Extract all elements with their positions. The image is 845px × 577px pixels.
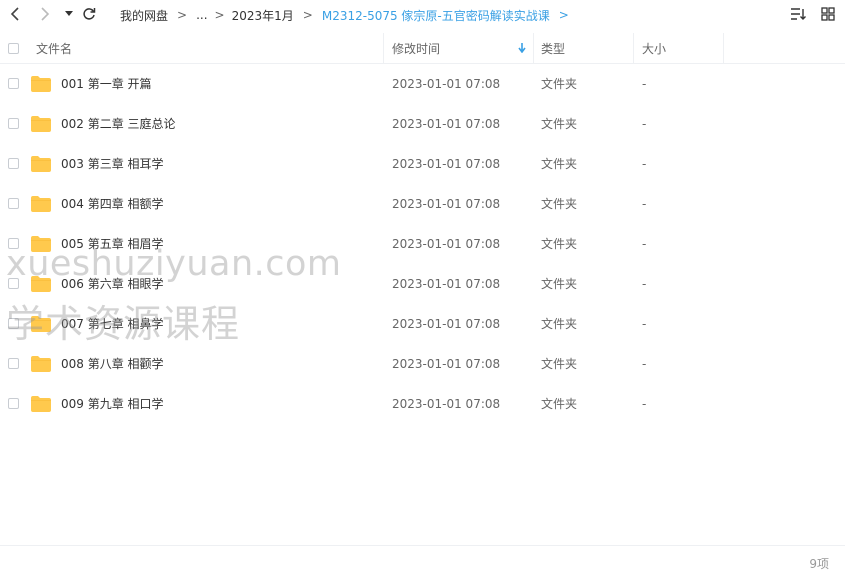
file-name[interactable]: 002 第二章 三庭总论 [61, 104, 176, 144]
forward-arrow-icon[interactable] [34, 4, 54, 24]
folder-icon [31, 156, 51, 172]
file-type: 文件夹 [541, 197, 578, 211]
list-item[interactable]: 002 第二章 三庭总论 2023-01-01 07:08 文件夹 - [0, 104, 845, 144]
column-divider[interactable] [723, 33, 724, 63]
file-type: 文件夹 [541, 77, 578, 91]
file-name[interactable]: 004 第四章 相额学 [61, 184, 164, 224]
file-name[interactable]: 006 第六章 相眼学 [61, 264, 164, 304]
file-size: - [642, 357, 647, 371]
file-size: - [642, 77, 647, 91]
list-item[interactable]: 003 第三章 相耳学 2023-01-01 07:08 文件夹 - [0, 144, 845, 184]
column-divider[interactable] [533, 33, 534, 63]
file-size: - [642, 277, 647, 291]
column-divider[interactable] [383, 33, 384, 63]
column-header-size[interactable]: 大小 [642, 33, 666, 63]
file-name[interactable]: 003 第三章 相耳学 [61, 144, 164, 184]
file-name[interactable]: 009 第九章 相口学 [61, 384, 164, 424]
folder-icon [31, 356, 51, 372]
sort-icon[interactable] [789, 5, 807, 23]
row-checkbox[interactable] [8, 78, 19, 89]
sort-down-icon[interactable] [518, 33, 526, 63]
row-checkbox[interactable] [8, 238, 19, 249]
list-item[interactable]: 006 第六章 相眼学 2023-01-01 07:08 文件夹 - [0, 264, 845, 304]
row-checkbox[interactable] [8, 358, 19, 369]
folder-icon [31, 76, 51, 92]
file-type: 文件夹 [541, 237, 578, 251]
back-arrow-icon[interactable] [6, 4, 26, 24]
column-divider[interactable] [633, 33, 634, 63]
folder-icon [31, 396, 51, 412]
file-mtime: 2023-01-01 07:08 [392, 197, 501, 211]
file-name[interactable]: 008 第八章 相颧学 [61, 344, 164, 384]
folder-icon [31, 236, 51, 252]
breadcrumb-item-month[interactable]: 2023年1月 [232, 7, 294, 24]
refresh-icon[interactable] [79, 4, 99, 24]
folder-icon [31, 316, 51, 332]
breadcrumb-separator: > [558, 8, 569, 22]
file-type: 文件夹 [541, 317, 578, 331]
file-size: - [642, 237, 647, 251]
status-bar: 9项 [0, 545, 845, 577]
column-header-mtime[interactable]: 修改时间 [392, 33, 440, 63]
file-size: - [642, 157, 647, 171]
breadcrumb-item-root[interactable]: 我的网盘 [120, 7, 168, 24]
file-size: - [642, 197, 647, 211]
file-mtime: 2023-01-01 07:08 [392, 237, 501, 251]
file-type: 文件夹 [541, 117, 578, 131]
top-toolbar: 我的网盘 > ... > 2023年1月 > M2312-5075 傢宗原-五官… [0, 0, 845, 30]
file-mtime: 2023-01-01 07:08 [392, 77, 501, 91]
list-item[interactable]: 004 第四章 相额学 2023-01-01 07:08 文件夹 - [0, 184, 845, 224]
file-name[interactable]: 001 第一章 开篇 [61, 64, 152, 104]
column-header-name[interactable]: 文件名 [36, 33, 72, 63]
breadcrumb-separator: > [302, 8, 313, 22]
row-checkbox[interactable] [8, 318, 19, 329]
file-type: 文件夹 [541, 277, 578, 291]
breadcrumb-separator: > [214, 8, 225, 22]
row-checkbox[interactable] [8, 118, 19, 129]
list-item[interactable]: 007 第七章 相鼻学 2023-01-01 07:08 文件夹 - [0, 304, 845, 344]
column-header-type[interactable]: 类型 [541, 33, 565, 63]
file-size: - [642, 317, 647, 331]
file-mtime: 2023-01-01 07:08 [392, 277, 501, 291]
folder-icon [31, 276, 51, 292]
file-type: 文件夹 [541, 397, 578, 411]
file-type: 文件夹 [541, 357, 578, 371]
folder-icon [31, 196, 51, 212]
list-item[interactable]: 009 第九章 相口学 2023-01-01 07:08 文件夹 - [0, 384, 845, 424]
file-list-header: 文件名 修改时间 类型 大小 [0, 33, 845, 64]
row-checkbox[interactable] [8, 158, 19, 169]
file-type: 文件夹 [541, 157, 578, 171]
file-name[interactable]: 005 第五章 相眉学 [61, 224, 164, 264]
breadcrumb-item-ellipsis[interactable]: ... [196, 8, 207, 22]
file-size: - [642, 397, 647, 411]
select-all-checkbox[interactable] [8, 33, 19, 63]
breadcrumb-separator: > [177, 8, 188, 22]
list-item[interactable]: 005 第五章 相眉学 2023-01-01 07:08 文件夹 - [0, 224, 845, 264]
file-mtime: 2023-01-01 07:08 [392, 157, 501, 171]
row-checkbox[interactable] [8, 398, 19, 409]
file-mtime: 2023-01-01 07:08 [392, 317, 501, 331]
breadcrumb-current[interactable]: M2312-5075 傢宗原-五官密码解读实战课 [322, 7, 550, 24]
file-mtime: 2023-01-01 07:08 [392, 397, 501, 411]
row-checkbox[interactable] [8, 278, 19, 289]
grid-view-icon[interactable] [819, 5, 837, 23]
folder-icon [31, 116, 51, 132]
list-item[interactable]: 001 第一章 开篇 2023-01-01 07:08 文件夹 - [0, 64, 845, 104]
file-mtime: 2023-01-01 07:08 [392, 117, 501, 131]
file-name[interactable]: 007 第七章 相鼻学 [61, 304, 164, 344]
breadcrumb: 我的网盘 > ... > 2023年1月 > M2312-5075 傢宗原-五官… [120, 0, 578, 30]
list-item[interactable]: 008 第八章 相颧学 2023-01-01 07:08 文件夹 - [0, 344, 845, 384]
row-checkbox[interactable] [8, 198, 19, 209]
file-list: 001 第一章 开篇 2023-01-01 07:08 文件夹 - 002 第二… [0, 64, 845, 424]
file-mtime: 2023-01-01 07:08 [392, 357, 501, 371]
file-size: - [642, 117, 647, 131]
dropdown-icon[interactable] [59, 4, 79, 24]
view-controls [789, 5, 845, 25]
item-count: 9项 [809, 557, 829, 571]
